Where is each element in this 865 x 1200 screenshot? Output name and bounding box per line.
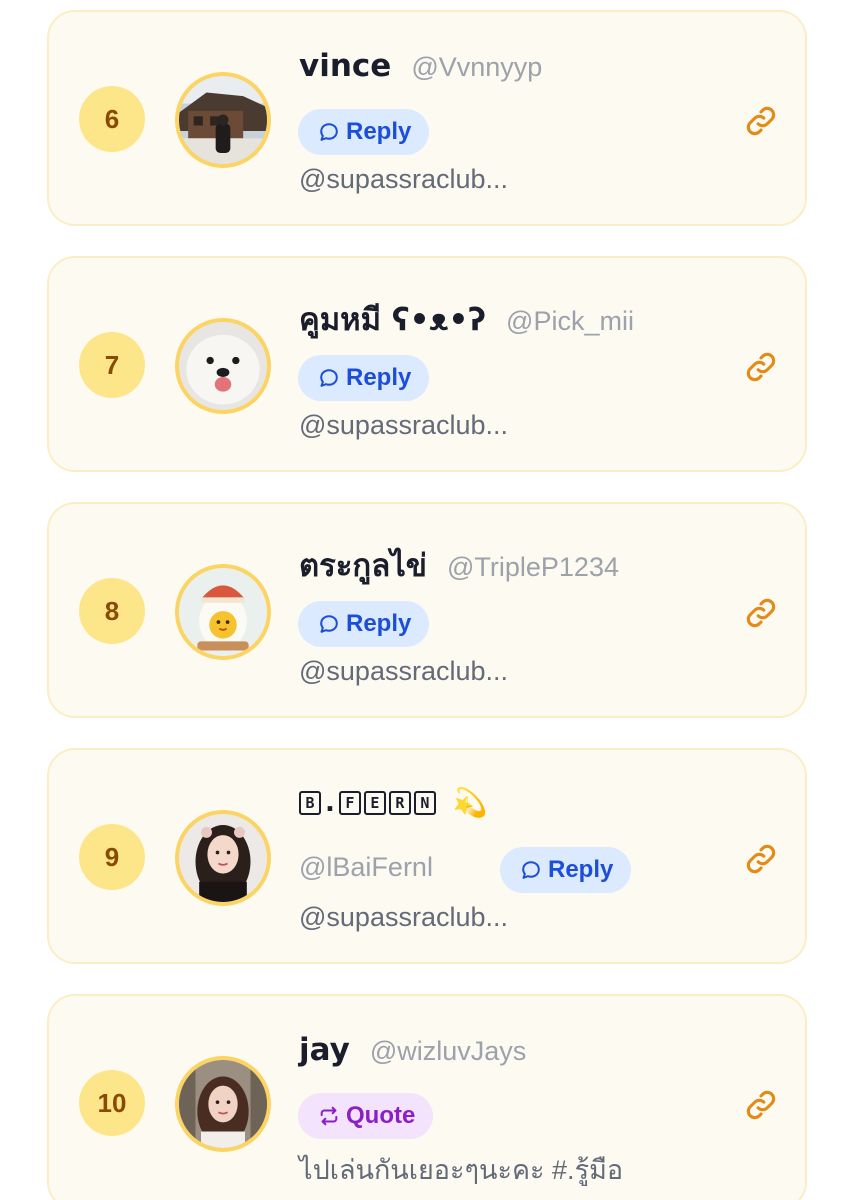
- speech-bubble-icon: [520, 859, 542, 881]
- display-name: ตระกูลไข่: [299, 548, 427, 584]
- user-identity: B.FERN 💫: [299, 786, 508, 819]
- rank-badge: 8: [79, 578, 145, 644]
- user-handle[interactable]: @lBaiFernl: [299, 852, 433, 883]
- post-snippet: @supassraclub...: [299, 902, 508, 932]
- chain-link-icon[interactable]: [744, 842, 778, 876]
- chain-link-icon[interactable]: [744, 1088, 778, 1122]
- rank-badge: 6: [79, 86, 145, 152]
- user-identity: vince @Vvnnyyp: [299, 48, 542, 84]
- post-snippet: @supassraclub...: [299, 164, 508, 194]
- display-name: vince: [299, 48, 392, 84]
- avatar[interactable]: [175, 810, 271, 906]
- speech-bubble-icon: [318, 367, 340, 389]
- badge-label: Reply: [346, 118, 412, 145]
- post-snippet: @supassraclub...: [299, 656, 508, 686]
- chain-link-icon[interactable]: [744, 350, 778, 384]
- display-name: คูมหมี ʕ•ᴥ•ʔ: [299, 302, 487, 338]
- user-handle[interactable]: @TripleP1234: [447, 552, 619, 583]
- avatar[interactable]: [175, 72, 271, 168]
- leaderboard-entry[interactable]: 7 คูมหมี ʕ•ᴥ•ʔ @Pick_mii Reply @supassra…: [47, 256, 807, 472]
- speech-bubble-icon: [318, 121, 340, 143]
- leaderboard-entry[interactable]: 9 B.FERN 💫 @lBaiFernl Reply @supassraclu…: [47, 748, 807, 964]
- reply-badge[interactable]: Reply: [298, 601, 430, 647]
- reply-badge[interactable]: Reply: [298, 109, 430, 155]
- badge-label: Reply: [548, 856, 614, 883]
- display-name: jay: [299, 1032, 350, 1068]
- rank-badge: 10: [79, 1070, 145, 1136]
- user-handle[interactable]: @wizluvJays: [370, 1036, 526, 1067]
- repeat-arrows-icon: [318, 1105, 340, 1127]
- leaderboard-entry[interactable]: 10 jay @wizluvJays Quote ไปเล่นกันเยอะๆน…: [47, 994, 807, 1200]
- chain-link-icon[interactable]: [744, 104, 778, 138]
- reply-badge[interactable]: Reply: [500, 847, 632, 893]
- chain-link-icon[interactable]: [744, 596, 778, 630]
- leaderboard-entry[interactable]: 8 ตระกูลไข่ @TripleP1234 Reply @supassra…: [47, 502, 807, 718]
- rank-badge: 9: [79, 824, 145, 890]
- badge-label: Quote: [346, 1102, 416, 1129]
- post-snippet: @supassraclub...: [299, 410, 508, 440]
- leaderboard-list: 6 vince @Vvnnyyp Reply @supassraclub... …: [0, 0, 865, 1200]
- avatar[interactable]: [175, 1056, 271, 1152]
- user-identity: ตระกูลไข่ @TripleP1234: [299, 540, 619, 590]
- badge-label: Reply: [346, 364, 412, 391]
- rank-badge: 7: [79, 332, 145, 398]
- display-name: B.FERN 💫: [299, 786, 488, 819]
- avatar[interactable]: [175, 318, 271, 414]
- dizzy-emoji: 💫: [452, 786, 488, 819]
- reply-badge[interactable]: Reply: [298, 355, 430, 401]
- avatar[interactable]: [175, 564, 271, 660]
- badge-label: Reply: [346, 610, 412, 637]
- user-identity: jay @wizluvJays: [299, 1032, 526, 1068]
- speech-bubble-icon: [318, 613, 340, 635]
- post-snippet: ไปเล่นกันเยอะๆนะคะ #.รู้มือ: [299, 1155, 624, 1185]
- quote-badge[interactable]: Quote: [298, 1093, 434, 1139]
- leaderboard-entry[interactable]: 6 vince @Vvnnyyp Reply @supassraclub...: [47, 10, 807, 226]
- user-handle[interactable]: @Pick_mii: [506, 306, 634, 337]
- user-identity: คูมหมี ʕ•ᴥ•ʔ @Pick_mii: [299, 294, 634, 344]
- user-handle[interactable]: @Vvnnyyp: [411, 52, 542, 83]
